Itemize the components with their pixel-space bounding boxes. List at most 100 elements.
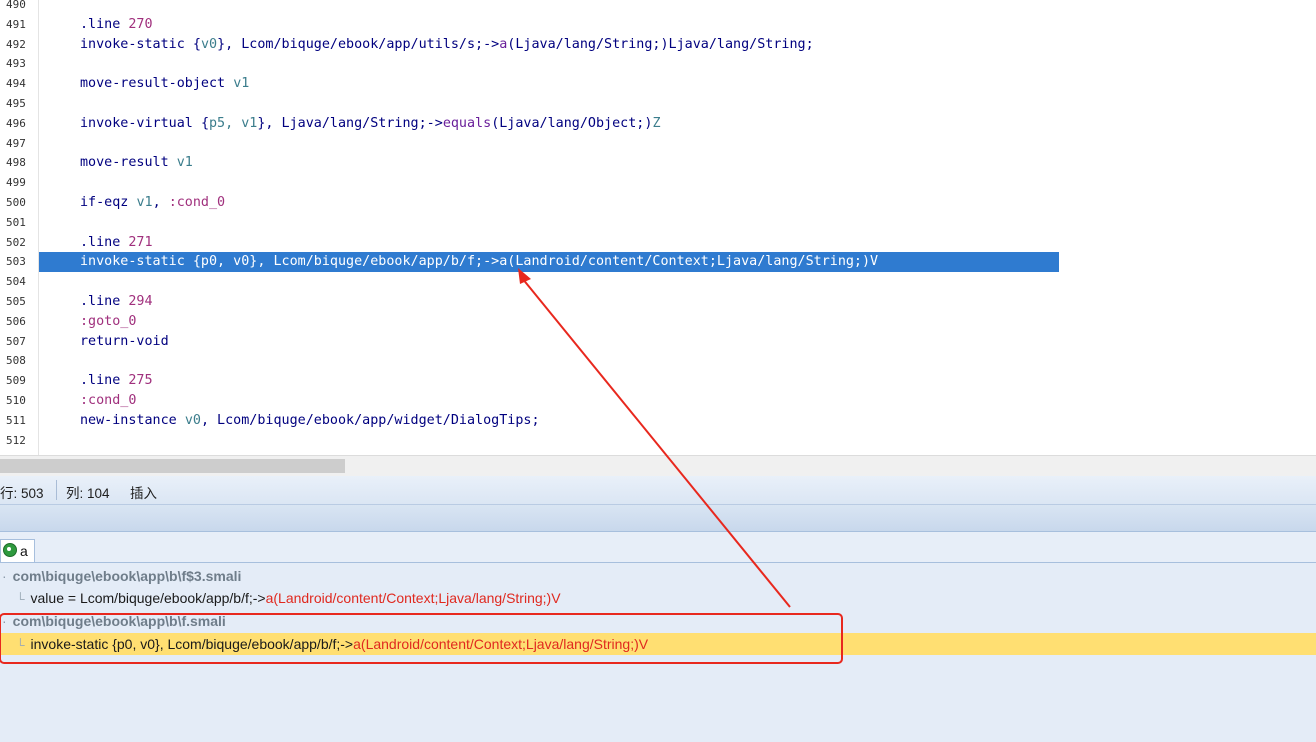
result-file-node[interactable]: · com\biquge\ebook\app\b\f$3.smali (0, 565, 1316, 587)
code-text: if-eqz v1, :cond_0 (80, 193, 225, 213)
line-number: 505 (6, 294, 26, 308)
code-token: 271 (128, 234, 153, 250)
line-number: 504 (6, 275, 26, 289)
status-column: 列: 104 (66, 486, 110, 501)
code-text: .line 271 (80, 233, 153, 253)
tree-expander-icon[interactable]: · (2, 613, 7, 629)
code-token: { (200, 115, 209, 131)
result-file-node[interactable]: · com\biquge\ebook\app\b\f.smali (0, 610, 1316, 632)
line-number: 510 (6, 393, 26, 407)
line-number: 509 (6, 374, 26, 388)
code-text: move-result v1 (80, 153, 193, 173)
scrollbar-thumb[interactable] (0, 459, 345, 473)
line-number: 492 (6, 37, 26, 51)
code-token: if-eqz (80, 194, 137, 210)
results-tab-label: a (20, 543, 28, 559)
code-line[interactable]: 493 (0, 54, 1316, 74)
code-line[interactable]: 505 .line 294 (0, 292, 1316, 312)
code-token: Z (652, 115, 661, 131)
code-text: :goto_0 (80, 312, 136, 332)
code-text: .line 294 (80, 292, 153, 312)
code-token: .line (80, 234, 129, 250)
code-text: .line 275 (80, 371, 153, 391)
result-file-path: com\biquge\ebook\app\b\f$3.smali (12, 568, 242, 584)
panel-title-strip (0, 505, 1316, 532)
code-text: invoke-static {p0, v0}, Lcom/biquge/eboo… (80, 252, 878, 272)
line-number: 498 (6, 156, 26, 170)
code-token: { (192, 36, 201, 52)
code-token: move-result-object (80, 76, 234, 92)
code-line[interactable]: 508 (0, 351, 1316, 371)
code-token: 270 (128, 16, 153, 32)
code-line[interactable]: 496 invoke-virtual {p5, v1}, Ljava/lang/S… (0, 114, 1316, 134)
result-hit-match: a(Landroid/content/Context;Ljava/lang/St… (353, 636, 649, 652)
code-line[interactable]: 509 .line 275 (0, 371, 1316, 391)
tree-connector-icon: └ (16, 638, 25, 652)
code-token: (Ljava/lang/Object;) (491, 115, 653, 131)
code-text: invoke-virtual {p5, v1}, Ljava/lang/Stri… (80, 114, 661, 134)
result-hit-highlighted[interactable]: └ invoke-static {p0, v0}, Lcom/biquge/ebo… (0, 633, 1316, 655)
code-line[interactable]: 506 :goto_0 (0, 312, 1316, 332)
code-line[interactable]: 512 (0, 431, 1316, 451)
line-number: 502 (6, 235, 26, 249)
code-token: v0 (184, 412, 201, 428)
code-line[interactable]: 511 new-instance v0, Lcom/biquge/ebook/ap… (0, 411, 1316, 431)
code-token: (Ljava/lang/String;)Ljava/lang/String; (507, 36, 814, 52)
line-number: 501 (6, 215, 26, 229)
line-number: 495 (6, 96, 26, 110)
code-token: .line (80, 293, 129, 309)
code-lines: 490 491 .line 270 492 invoke-static {v0}, Lc… (0, 0, 1316, 450)
code-line[interactable]: 492 invoke-static {v0}, Lcom/biquge/ebook… (0, 35, 1316, 55)
code-token: .line (80, 16, 129, 32)
code-line[interactable]: 507 return-void (0, 332, 1316, 352)
code-text: return-void (80, 332, 169, 352)
line-number: 507 (6, 334, 26, 348)
tree-expander-icon[interactable]: · (2, 568, 7, 584)
code-line-selected[interactable]: 503 invoke-static {p0, v0}, Lcom/biquge/e… (0, 252, 1316, 273)
code-line[interactable]: 497 (0, 134, 1316, 154)
code-token: v1 (233, 76, 250, 92)
code-token: }, Lcom/biquge/ebook/app/utils/s;-> (217, 36, 500, 52)
line-number: 491 (6, 17, 26, 31)
code-token: .line (80, 373, 129, 389)
line-number: 506 (6, 314, 26, 328)
code-line[interactable]: 495 (0, 94, 1316, 114)
code-token: }, Ljava/lang/String;-> (257, 115, 443, 131)
code-token: v1 (136, 194, 153, 210)
line-number: 493 (6, 57, 26, 71)
code-token: equals (442, 115, 492, 131)
code-line[interactable]: 491 .line 270 (0, 15, 1316, 35)
code-token: v1 (176, 155, 193, 171)
horizontal-scrollbar[interactable] (0, 455, 1316, 476)
code-line[interactable]: 502 .line 271 (0, 233, 1316, 253)
code-line[interactable]: 490 (0, 0, 1316, 15)
code-line[interactable]: 510 :cond_0 (0, 391, 1316, 411)
code-line[interactable]: 498 move-result v1 (0, 153, 1316, 173)
line-number: 512 (6, 433, 26, 447)
line-number: 508 (6, 354, 26, 368)
results-tree: · com\biquge\ebook\app\b\f$3.smali └ value … (0, 562, 1316, 742)
line-number: 500 (6, 195, 26, 209)
code-line[interactable]: 500 if-eqz v1, :cond_0 (0, 193, 1316, 213)
code-line[interactable]: 504 (0, 272, 1316, 292)
code-token: new-instance (80, 412, 185, 428)
code-token: :goto_0 (80, 313, 137, 329)
status-divider (56, 480, 57, 500)
method-icon (3, 543, 17, 557)
status-row: 行: 503 (0, 486, 44, 501)
code-line[interactable]: 501 (0, 213, 1316, 233)
code-token: p5, v1 (209, 115, 258, 131)
code-line[interactable]: 494 move-result-object v1 (0, 74, 1316, 94)
code-text: .line 270 (80, 15, 153, 35)
code-token: v0 (200, 36, 218, 52)
code-line[interactable]: 499 (0, 173, 1316, 193)
result-hit[interactable]: └ value = Lcom/biquge/ebook/app/b/f;->a(L… (0, 587, 1316, 609)
code-editor[interactable]: 490 491 .line 270 492 invoke-static {v0}, Lc… (0, 0, 1316, 455)
code-token: invoke-static {p0, v0}, Lcom/biquge/eboo… (80, 254, 879, 270)
results-tab[interactable]: a (0, 539, 35, 562)
line-number: 490 (6, 0, 26, 11)
status-insert-mode: 插入 (130, 486, 157, 501)
code-token: invoke-static (80, 36, 193, 52)
result-hit-prefix: value = Lcom/biquge/ebook/app/b/f;-> (30, 590, 266, 606)
code-text: :cond_0 (80, 391, 136, 411)
